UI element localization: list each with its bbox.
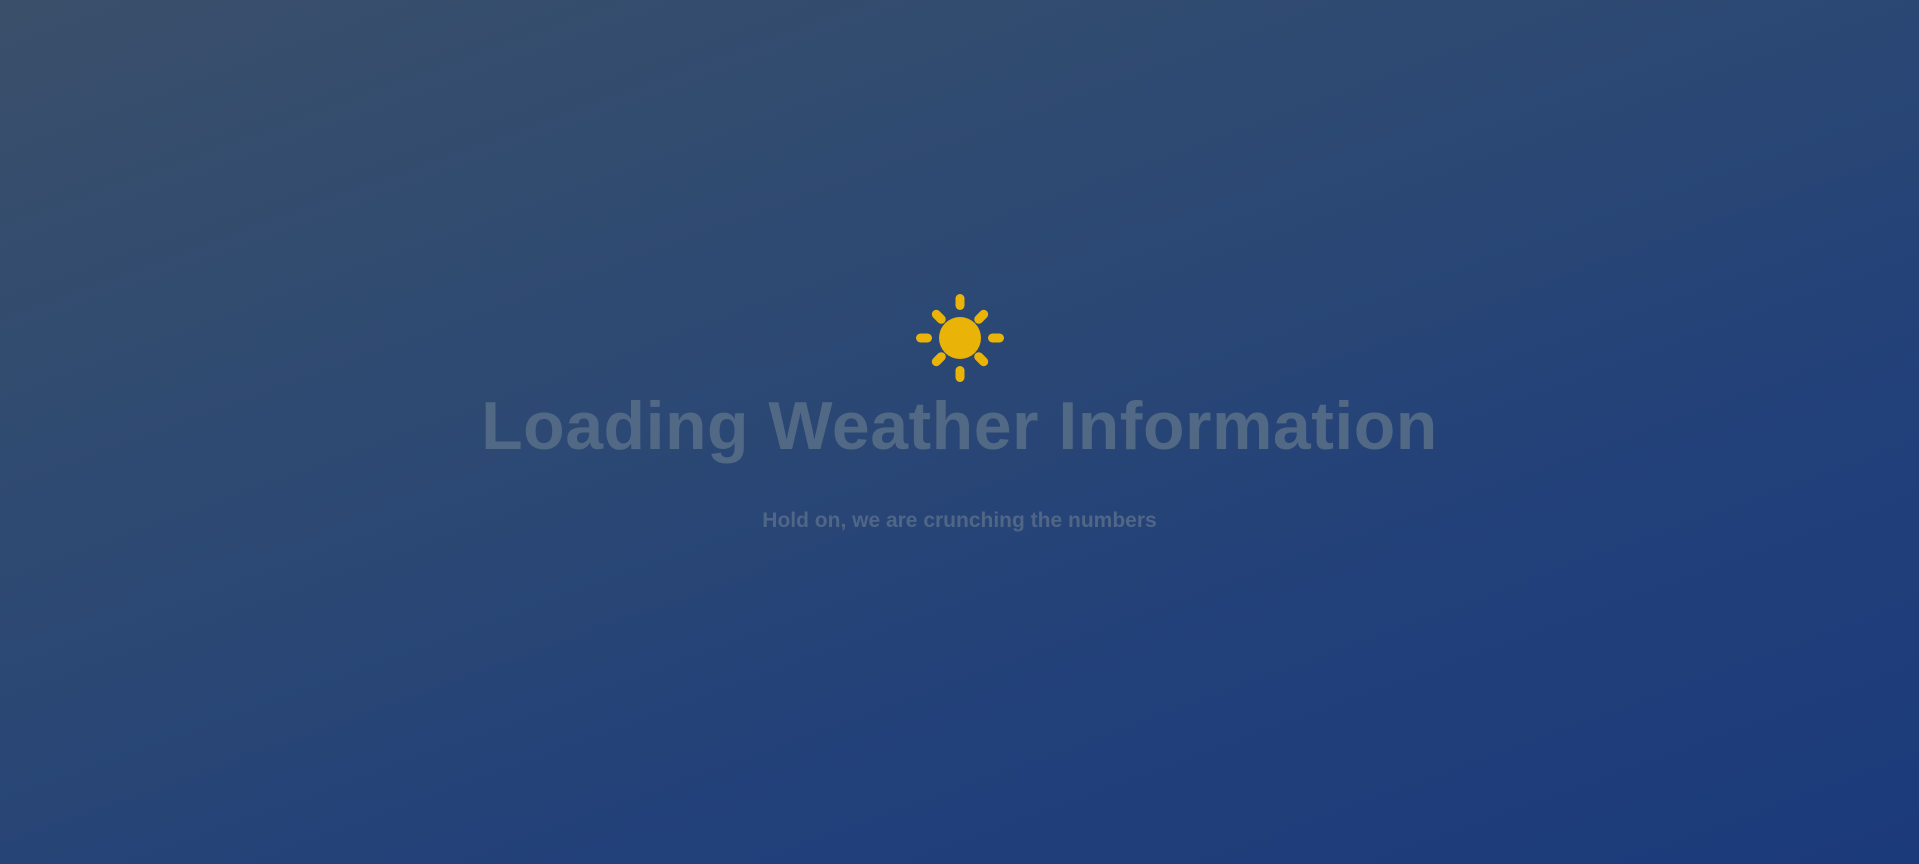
loading-subtitle: Hold on, we are crunching the numbers <box>762 509 1157 532</box>
loading-screen: Loading Weather Information Hold on, we … <box>0 0 1919 864</box>
loading-title: Loading Weather Information <box>481 388 1438 464</box>
sun-icon <box>916 294 1004 382</box>
